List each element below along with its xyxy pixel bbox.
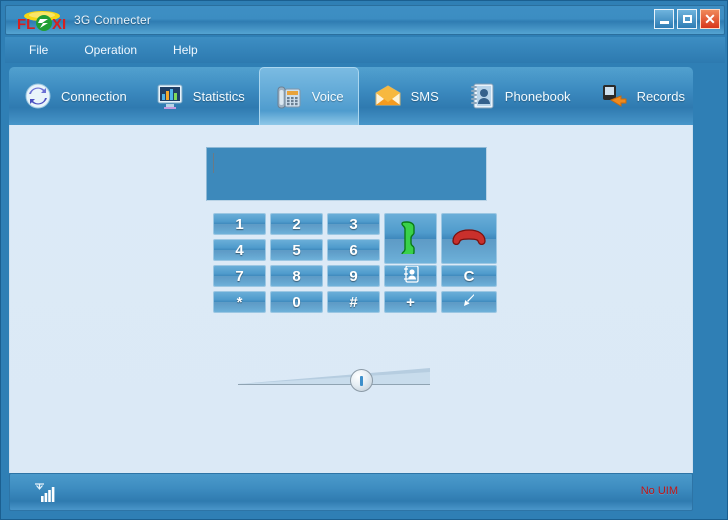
tab-statistics-label: Statistics (192, 88, 245, 104)
slider-thumb[interactable] (350, 369, 373, 392)
application-window: FL XI 3G Connecter ✕ File Operation Help (0, 0, 728, 520)
key-4[interactable]: 4 (213, 239, 266, 261)
clear-button[interactable]: C (441, 265, 497, 287)
slider-track (238, 384, 430, 385)
close-icon: ✕ (704, 11, 716, 27)
minimize-icon (659, 21, 669, 24)
tab-connection-label: Connection (61, 88, 127, 104)
desk-phone-icon (274, 82, 304, 112)
key-9[interactable]: 9 (327, 265, 380, 287)
green-handset-icon (400, 220, 422, 258)
status-badge: No UIM (640, 485, 678, 497)
red-handset-icon (451, 228, 487, 250)
svg-text:FL: FL (17, 16, 35, 33)
tab-voice[interactable]: Voice (258, 67, 359, 125)
tab-records-label: Records (636, 88, 685, 104)
maximize-button[interactable] (677, 9, 697, 29)
call-button[interactable] (384, 213, 437, 264)
key-1[interactable]: 1 (213, 213, 266, 235)
key-plus[interactable]: + (384, 291, 437, 313)
volume-wedge-icon (238, 368, 430, 384)
key-6[interactable]: 6 (327, 239, 380, 261)
menu-item-operation[interactable]: Operation (80, 41, 141, 59)
window-controls: ✕ (654, 9, 720, 29)
title-bar: FL XI 3G Connecter ✕ (5, 5, 725, 35)
slider-thumb-mark (360, 375, 363, 386)
minimize-button[interactable] (654, 9, 674, 29)
tab-voice-label: Voice (311, 89, 344, 104)
key-2[interactable]: 2 (270, 213, 323, 235)
back-arrow-icon (461, 292, 477, 312)
phonebook-button[interactable] (384, 265, 437, 287)
menu-bar: File Operation Help (5, 37, 725, 63)
key-5[interactable]: 5 (270, 239, 323, 261)
bar-chart-monitor-icon (155, 81, 185, 111)
dial-keypad: 1 2 3 4 5 6 7 8 9 C * 0 # + (213, 213, 497, 317)
address-book-icon (403, 266, 419, 286)
close-button[interactable]: ✕ (700, 9, 720, 29)
hangup-button[interactable] (441, 213, 497, 264)
menu-item-help[interactable]: Help (169, 41, 202, 59)
text-caret (213, 153, 214, 173)
key-hash[interactable]: # (327, 291, 380, 313)
tab-sms[interactable]: SMS (359, 67, 453, 125)
key-star[interactable]: * (213, 291, 266, 313)
flexi-logo-icon: FL XI (16, 9, 68, 33)
voice-panel: 1 2 3 4 5 6 7 8 9 C * 0 # + (9, 125, 693, 473)
backspace-button[interactable] (441, 291, 497, 313)
tab-phonebook[interactable]: Phonebook (453, 67, 585, 125)
open-envelope-icon (373, 81, 403, 111)
tab-statistics[interactable]: Statistics (141, 67, 259, 125)
key-7[interactable]: 7 (213, 265, 266, 287)
tab-connection[interactable]: Connection (9, 67, 141, 125)
menu-item-file[interactable]: File (25, 41, 52, 59)
window-title: 3G Connecter (74, 13, 152, 27)
address-book-icon (467, 81, 497, 111)
key-0[interactable]: 0 (270, 291, 323, 313)
maximize-icon (682, 15, 692, 23)
volume-slider[interactable] (238, 363, 430, 393)
tab-phonebook-label: Phonebook (504, 88, 571, 104)
svg-text:XI: XI (52, 16, 66, 33)
status-bar: No UIM (9, 473, 693, 511)
phone-number-input[interactable] (206, 147, 487, 201)
key-8[interactable]: 8 (270, 265, 323, 287)
toolbar-tabs: Connection Statistics Voice SMS Phoneboo… (9, 67, 693, 125)
device-transfer-icon (599, 81, 629, 111)
sync-arrows-icon (23, 81, 53, 111)
key-3[interactable]: 3 (327, 213, 380, 235)
tab-sms-label: SMS (410, 88, 439, 104)
signal-bars-icon (32, 482, 56, 504)
tab-records[interactable]: Records (585, 67, 693, 125)
